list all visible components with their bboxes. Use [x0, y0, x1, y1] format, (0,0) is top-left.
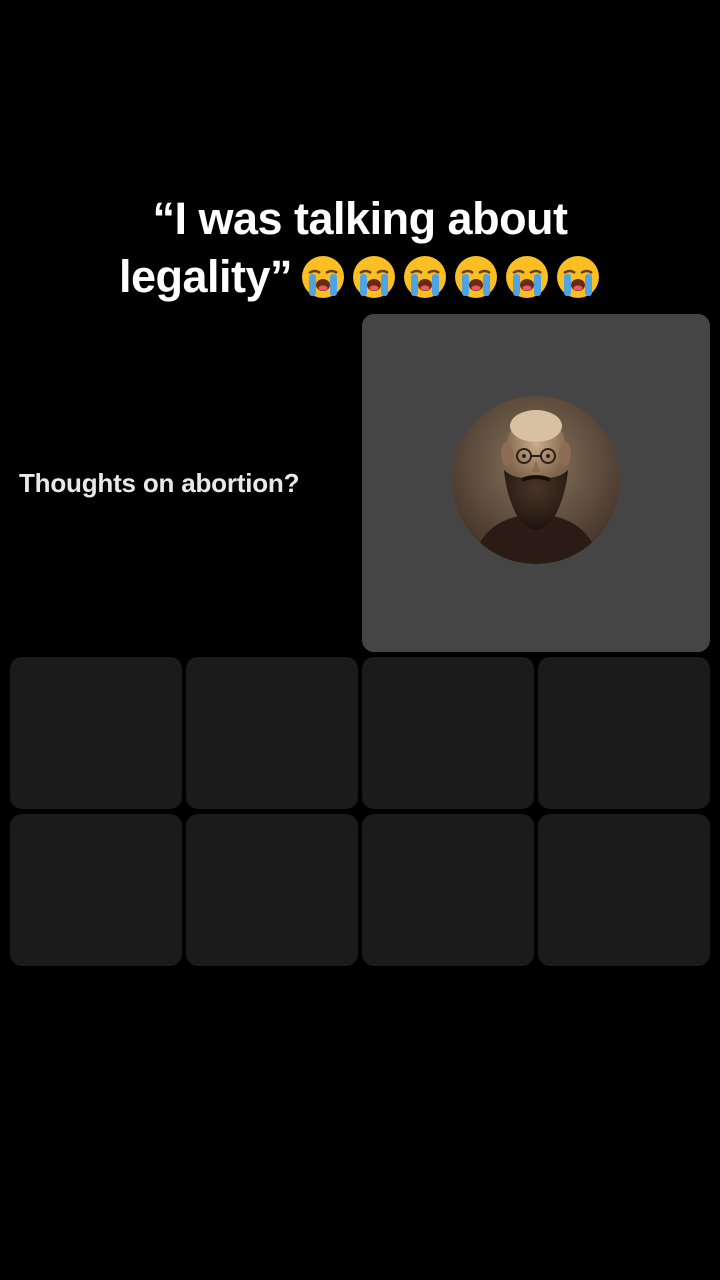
- caption-line-2: legality”: [119, 248, 601, 306]
- loudly-crying-face-icon: [506, 256, 549, 298]
- bearded-man-portrait-avatar: [452, 396, 620, 564]
- question-text: Thoughts on abortion?: [19, 467, 300, 498]
- emoji-row: [300, 254, 601, 300]
- grid-tile[interactable]: [10, 814, 182, 966]
- caption: “I was talking about legality”: [60, 190, 660, 306]
- caption-line-2-text: legality”: [118, 251, 293, 302]
- grid-tile[interactable]: [538, 814, 710, 966]
- grid-tile[interactable]: [538, 657, 710, 809]
- loudly-crying-face-icon: [455, 256, 498, 298]
- grid-tile[interactable]: [186, 814, 358, 966]
- featured-tile[interactable]: [362, 314, 710, 652]
- question-panel: Thoughts on abortion?: [10, 314, 356, 652]
- video-frame: “I was talking about legality” Thoughts …: [0, 0, 720, 1280]
- grid-tile[interactable]: [186, 657, 358, 809]
- grid-tile[interactable]: [362, 657, 534, 809]
- loudly-crying-face-icon: [353, 256, 396, 298]
- loudly-crying-face-icon: [404, 256, 447, 298]
- loudly-crying-face-icon: [557, 256, 600, 298]
- grid-tile[interactable]: [10, 657, 182, 809]
- portrait-image: [452, 396, 620, 564]
- grid-tile[interactable]: [362, 814, 534, 966]
- caption-line-1: “I was talking about: [152, 193, 568, 244]
- loudly-crying-face-icon: [302, 256, 345, 298]
